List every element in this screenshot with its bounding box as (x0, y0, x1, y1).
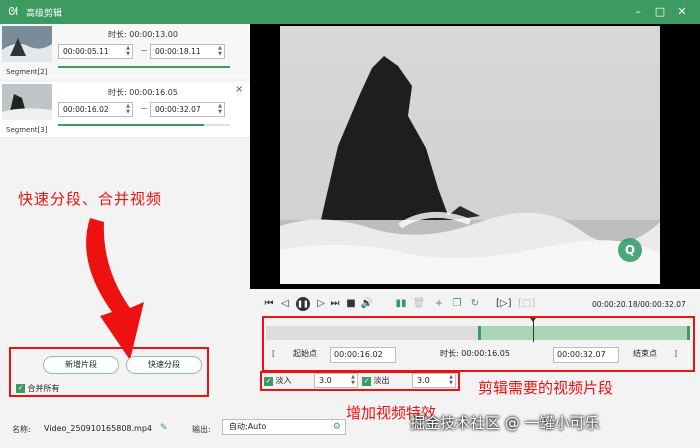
copy-icon[interactable]: ❐ (450, 297, 464, 311)
segment-progress (58, 66, 230, 68)
preview-panel: Q ⏮ ◁ ❚❚ ▷ ⏭ ■ 🔊 ▮▮ 🗑 + ❐ ↻ [▷] [□] 00:0… (250, 24, 700, 422)
name-label: 名称: (12, 425, 31, 434)
segment-thumbnail (2, 84, 52, 120)
segment-end-input[interactable]: 00:00:32.07 ▲ ▼ (150, 102, 225, 117)
stop-icon[interactable]: ■ (344, 297, 358, 311)
segment-item[interactable]: Segment[3] 时长: 00:00:16.05 00:00:16.02 ▲ ▼… (0, 82, 250, 137)
left-bracket: [ (272, 349, 276, 358)
merge-all-label: 合并所有 (27, 384, 60, 393)
timeline-highlight (262, 316, 695, 372)
trim-duration: 时长: 00:00:16.05 (440, 349, 510, 358)
trim-end-input[interactable]: 00:00:32.07 (553, 347, 619, 363)
fade-out-checkbox[interactable]: ✓ 淡出 (362, 375, 390, 386)
range-dash (141, 50, 147, 51)
annotation-quick-split: 快速分段、合并视频 (18, 190, 163, 208)
title-bar: ᘛ 高级剪辑 – □ ✕ (0, 0, 700, 24)
add-icon[interactable]: + (432, 297, 446, 311)
step-forward-icon[interactable]: ▷ (314, 297, 328, 311)
video-preview[interactable]: Q (250, 24, 700, 289)
close-segment-icon[interactable]: × (235, 84, 243, 95)
fade-out-input[interactable]: 3.0 ▲ ▼ (412, 373, 456, 388)
checkbox-check-icon: ✓ (362, 377, 371, 386)
fade-out-label: 淡出 (373, 376, 390, 385)
mark-out-icon[interactable]: [□] (518, 297, 535, 311)
quick-split-button[interactable]: 快速分段 (126, 356, 202, 374)
segment-end-input[interactable]: 00:00:18.11 ▲ ▼ (150, 44, 225, 59)
segment-duration: 时长: 00:00:13.00 (108, 30, 178, 39)
set-end-button[interactable]: 结束点 (622, 347, 668, 363)
output-select[interactable]: 自动;Auto ⚙ (222, 419, 346, 435)
arrow-annotation-icon (86, 218, 144, 360)
range-dash (141, 108, 147, 109)
annotation-trim: 剪辑需要的视频片段 (478, 379, 614, 397)
fade-in-input[interactable]: 3.0 ▲ ▼ (314, 373, 358, 388)
segment-thumbnail (2, 26, 52, 62)
file-name: Video_250910165808.mp4 (44, 424, 152, 433)
segment-start-input[interactable]: 00:00:05.11 ▲ ▼ (58, 44, 133, 59)
delete-icon[interactable]: 🗑 (412, 297, 426, 311)
close-icon[interactable]: ✕ (674, 4, 690, 20)
segment-duration: 时长: 00:00:16.05 (108, 88, 178, 97)
segment-start-input[interactable]: 00:00:16.02 ▲ ▼ (58, 102, 133, 117)
gear-icon[interactable]: ⚙ (333, 420, 341, 434)
site-watermark: 掘金技术社区 @ 一罐小可乐 (410, 414, 600, 432)
mark-in-icon[interactable]: [▷] (496, 297, 512, 311)
merge-all-checkbox[interactable]: ✓ 合并所有 (16, 383, 60, 394)
segment-item[interactable]: Segment[2] 时长: 00:00:13.00 00:00:05.11 ▲ ▼… (0, 24, 250, 79)
set-start-button[interactable]: 起始点 (282, 347, 328, 363)
to-start-icon[interactable]: ⏮ (262, 297, 276, 311)
segment-label: Segment[3] (6, 126, 48, 134)
add-segment-button[interactable]: 新增片段 (43, 356, 119, 374)
time-display: 00:00:20.18/00:00:32.07 (592, 300, 686, 309)
reset-icon[interactable]: ↻ (468, 297, 482, 311)
segment-progress (58, 124, 230, 126)
window-title: 高级剪辑 (26, 9, 63, 19)
edit-icon[interactable]: ✎ (160, 423, 168, 433)
app-watermark-icon: Q (618, 238, 642, 262)
playhead[interactable] (533, 320, 535, 342)
step-back-icon[interactable]: ◁ (278, 297, 292, 311)
segment-label: Segment[2] (6, 68, 48, 76)
fade-in-checkbox[interactable]: ✓ 淡入 (264, 375, 292, 386)
output-label: 输出: (192, 425, 211, 434)
rabbit-logo-icon: ᘛ (8, 5, 18, 18)
timeline-selection[interactable] (478, 326, 690, 340)
volume-icon[interactable]: 🔊 (360, 297, 374, 311)
trim-start-input[interactable]: 00:00:16.02 (330, 347, 396, 363)
maximize-icon[interactable]: □ (652, 4, 668, 20)
fade-in-label: 淡入 (275, 376, 292, 385)
to-end-icon[interactable]: ⏭ (328, 297, 342, 311)
split-icon[interactable]: ▮▮ (394, 297, 408, 311)
checkbox-check-icon: ✓ (264, 377, 273, 386)
right-bracket: ] (674, 349, 678, 358)
checkbox-check-icon: ✓ (16, 384, 25, 393)
video-frame (280, 26, 660, 284)
pause-icon[interactable]: ❚❚ (296, 297, 310, 311)
minimize-icon[interactable]: – (630, 4, 646, 20)
